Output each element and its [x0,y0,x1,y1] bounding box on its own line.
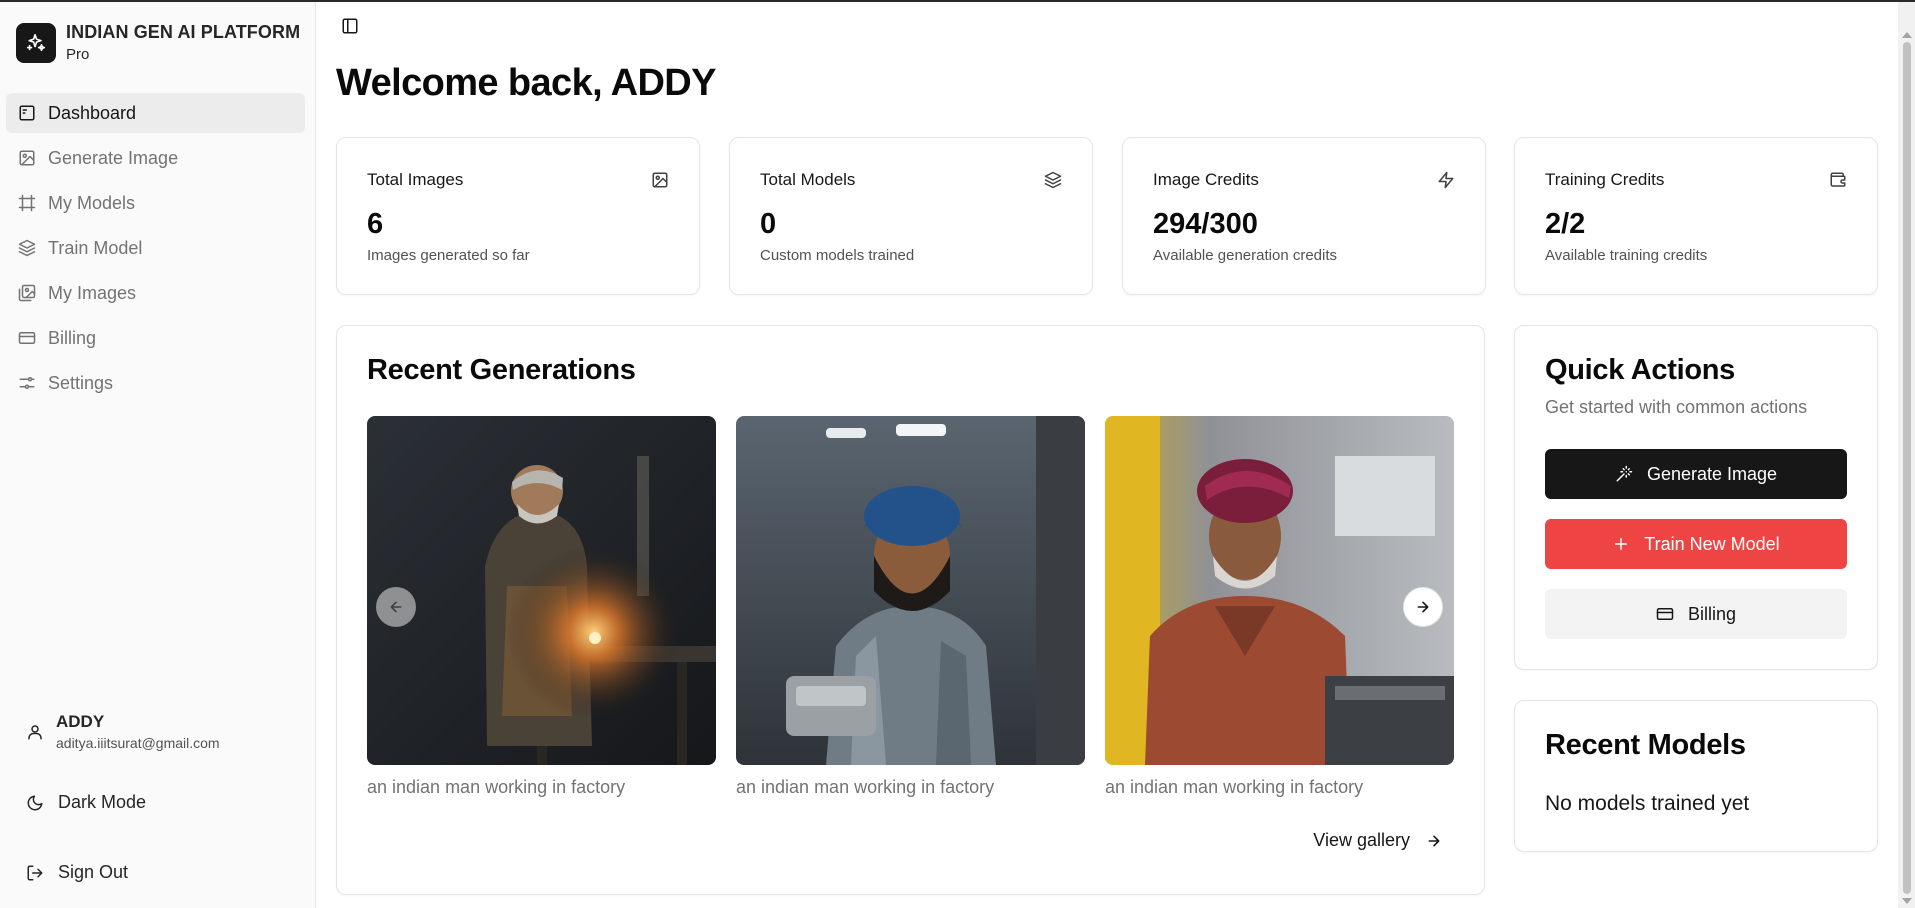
billing-label: Billing [1687,603,1737,624]
image-caption: an indian man working in factory [736,777,995,797]
billing-button[interactable]: Billing [1545,589,1847,639]
sign-out-label: Sign Out [58,862,129,882]
view-gallery-link[interactable]: View gallery [1313,830,1442,851]
log-out-icon [27,865,43,880]
wand-icon [1616,465,1633,482]
carousel-next-button[interactable] [1403,587,1443,627]
sidebar-item-label: My Models [48,192,136,213]
generate-image-button[interactable]: Generate Image [1545,449,1847,499]
sparkles-icon [16,22,56,63]
stat-title: Total Models [760,170,856,189]
dark-mode-label: Dark Mode [58,792,147,812]
plus-icon [1615,538,1628,550]
sidebar-item-train-model[interactable]: Train Model [6,228,305,268]
image-caption: an indian man working in factory [1105,777,1364,797]
moon-icon [27,795,43,810]
image-icon [652,172,668,188]
sidebar-item-billing[interactable]: Billing [6,318,305,358]
scroll-down-arrow[interactable] [1902,898,1912,904]
train-new-model-label: Train New Model [1644,533,1780,554]
quick-actions-title: Quick Actions [1545,354,1736,386]
brand[interactable]: INDIAN GEN AI PLATFORM Pro [16,22,300,63]
sidebar-item-label: Dashboard [48,102,137,123]
sidebar-nav: Dashboard Generate Image My Models Train… [6,93,305,408]
quick-actions-card: Quick Actions Get started with common ac… [1514,325,1878,670]
generated-image[interactable] [736,416,1085,765]
stat-value: 0 [760,208,777,240]
credit-card-icon [1656,608,1674,620]
generated-image[interactable] [1105,416,1454,765]
panel-left-icon [342,18,358,34]
brand-title: INDIAN GEN AI PLATFORM [66,22,301,42]
layers-icon [18,239,36,257]
sidebar-item-generate-image[interactable]: Generate Image [6,138,305,178]
sidebar-item-settings[interactable]: Settings [6,363,305,403]
sidebar-item-label: Billing [48,327,97,348]
image-icon [19,150,35,166]
quick-actions-subtitle: Get started with common actions [1545,397,1808,417]
stat-card-training-credits: Training Credits 2/2 Available training … [1514,137,1878,295]
sidebar-item-label: Generate Image [48,147,179,168]
scroll-up-arrow[interactable] [1902,32,1912,38]
train-new-model-button[interactable]: Train New Model [1545,519,1847,569]
zap-icon [1438,171,1454,189]
user-email: aditya.iiitsurat@gmail.com [56,735,220,751]
recent-models-title: Recent Models [1545,729,1746,761]
sidebar-item-label: My Images [48,282,137,303]
stat-description: Custom models trained [760,247,915,264]
stat-description: Available training credits [1545,247,1708,264]
dark-mode-toggle[interactable]: Dark Mode [26,792,146,813]
image-caption: an indian man working in factory [367,777,626,797]
stat-card-total-images: Total Images 6 Images generated so far [336,137,700,295]
sliders-icon [19,377,35,389]
stat-title: Total Images [367,170,464,189]
sidebar-item-label: Settings [48,372,114,393]
sidebar-item-dashboard[interactable]: Dashboard [6,93,305,133]
arrow-right-icon [1417,601,1429,613]
stat-title: Training Credits [1545,170,1665,189]
user-name: ADDY [56,712,105,731]
recent-generations-title: Recent Generations [367,354,636,386]
stat-title: Image Credits [1153,170,1259,189]
page-scrollbar[interactable] [1898,2,1915,908]
user-icon [28,724,42,739]
stat-description: Available generation credits [1153,247,1338,264]
sign-out-button[interactable]: Sign Out [26,862,128,883]
stat-description: Images generated so far [367,247,530,264]
stat-value: 2/2 [1545,208,1586,240]
wallet-icon [1830,172,1846,187]
credit-card-icon [18,332,36,344]
view-gallery-label: View gallery [1313,830,1410,850]
arrow-right-icon [1428,835,1440,846]
sidebar-item-my-images[interactable]: My Images [6,273,305,313]
sidebar-item-label: Train Model [48,237,143,258]
empty-state-text: No models trained yet [1545,792,1750,815]
stat-value: 294/300 [1153,208,1258,240]
recent-generations-card: Recent Generations an indian man working… [336,325,1485,895]
recent-models-card: Recent Models No models trained yet [1514,700,1878,852]
sidebar: INDIAN GEN AI PLATFORM Pro Dashboard Gen… [0,2,316,908]
frame-icon [18,194,36,212]
user-profile[interactable]: ADDY aditya.iiitsurat@gmail.com [26,712,220,751]
images-icon [18,284,36,302]
sidebar-item-my-models[interactable]: My Models [6,183,305,223]
stat-card-total-models: Total Models 0 Custom models trained [729,137,1093,295]
stat-value: 6 [367,208,384,240]
stat-card-image-credits: Image Credits 294/300 Available generati… [1122,137,1486,295]
page-title: Welcome back, ADDY [336,62,716,104]
carousel-prev-button[interactable] [376,587,416,627]
generate-image-label: Generate Image [1646,463,1778,484]
dashboard-icon [19,105,35,121]
sidebar-toggle-button[interactable] [341,17,359,35]
plan-label: Pro [66,46,90,63]
layers-icon [1044,171,1062,189]
generated-image[interactable] [367,416,716,765]
scroll-thumb[interactable] [1903,42,1911,894]
arrow-left-icon [390,601,402,613]
